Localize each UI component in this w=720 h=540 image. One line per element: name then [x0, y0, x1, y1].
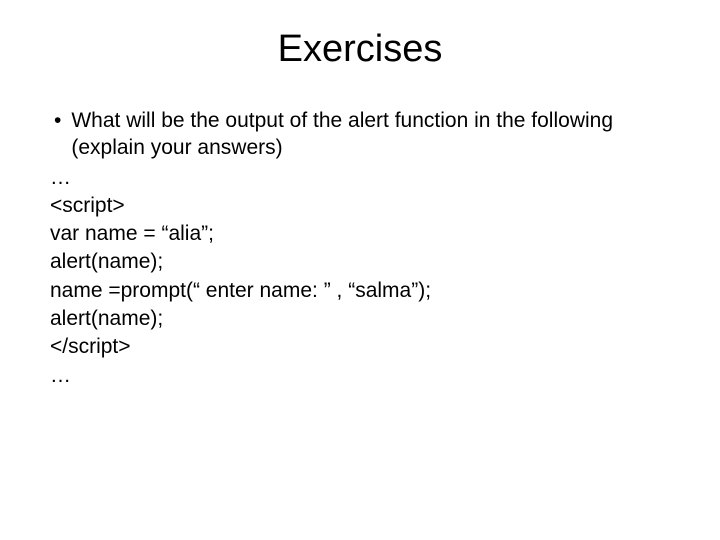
code-line-script-open: <script> [50, 192, 670, 219]
code-line-var-name: var name = “alia”; [50, 220, 670, 247]
code-line-script-close: </script> [50, 333, 670, 360]
bullet-item: • What will be the output of the alert f… [50, 107, 670, 162]
code-line-prompt: name =prompt(“ enter name: ” , “salma”); [50, 277, 670, 304]
question-text: What will be the output of the alert fun… [71, 107, 670, 162]
code-line-ellipsis-end: … [50, 362, 670, 389]
slide-container: Exercises • What will be the output of t… [0, 0, 720, 540]
slide-content: • What will be the output of the alert f… [50, 107, 670, 389]
bullet-marker: • [54, 107, 61, 162]
slide-title: Exercises [50, 28, 670, 71]
code-line-ellipsis-start: … [50, 164, 670, 191]
code-line-alert-2: alert(name); [50, 305, 670, 332]
code-line-alert-1: alert(name); [50, 248, 670, 275]
